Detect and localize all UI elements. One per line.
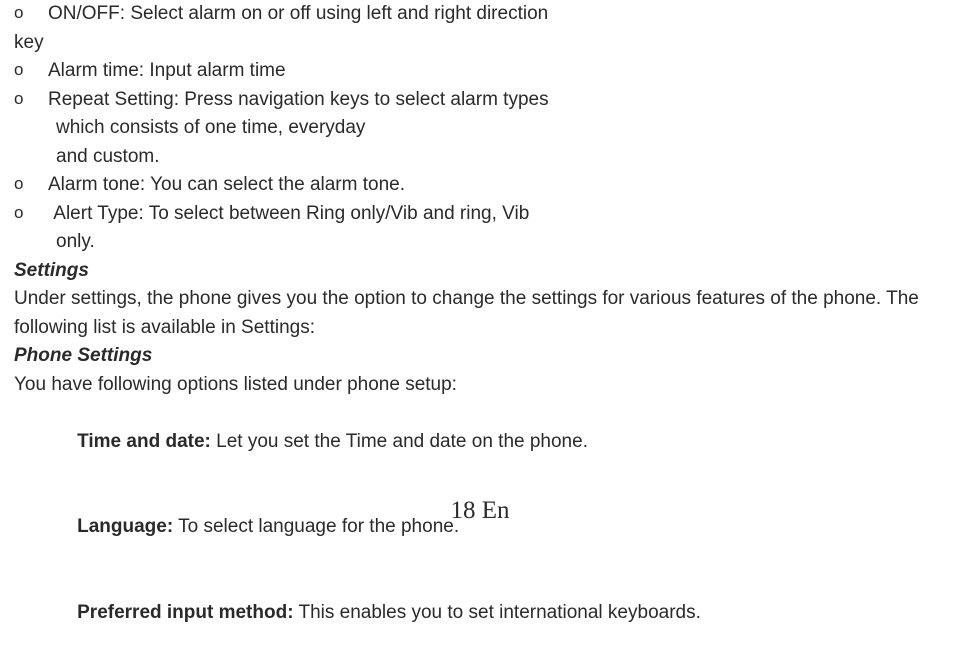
desc-input-method: This enables you to set international ke… bbox=[294, 602, 701, 623]
bullet-text: Alarm time: Input alarm time bbox=[48, 57, 960, 86]
phone-settings-input-method: Preferred input method: This enables you… bbox=[0, 570, 960, 656]
phone-settings-time: Time and date: Let you set the Time and … bbox=[0, 399, 960, 485]
bullet-alarm-time: o Alarm time: Input alarm time bbox=[0, 57, 960, 86]
bullet-repeat-cont1: which consists of one time, everyday bbox=[0, 114, 960, 143]
bullet-text: Alert Type: To select between Ring only/… bbox=[48, 200, 960, 229]
bullet-marker: o bbox=[0, 57, 48, 86]
phone-settings-heading: Phone Settings bbox=[0, 342, 960, 371]
bullet-alert-type-cont: only. bbox=[0, 228, 960, 257]
bullet-alert-type: o Alert Type: To select between Ring onl… bbox=[0, 200, 960, 229]
bullet-marker: o bbox=[0, 171, 48, 200]
bullet-onoff-cont: key bbox=[0, 29, 960, 58]
document-page: o ON/OFF: Select alarm on or off using l… bbox=[0, 0, 960, 535]
label-time-date: Time and date: bbox=[77, 431, 216, 452]
bullet-alarm-tone: o Alarm tone: You can select the alarm t… bbox=[0, 171, 960, 200]
settings-heading: Settings bbox=[0, 257, 960, 286]
label-input-method: Preferred input method: bbox=[77, 602, 293, 623]
phone-settings-intro: You have following options listed under … bbox=[0, 371, 960, 400]
desc-time-date: Let you set the Time and date on the pho… bbox=[216, 431, 588, 452]
bullet-text: ON/OFF: Select alarm on or off using lef… bbox=[48, 0, 960, 29]
bullet-marker: o bbox=[0, 200, 48, 229]
bullet-text: Repeat Setting: Press navigation keys to… bbox=[48, 86, 960, 115]
bullet-onoff: o ON/OFF: Select alarm on or off using l… bbox=[0, 0, 960, 29]
bullet-marker: o bbox=[0, 86, 48, 115]
bullet-text: Alarm tone: You can select the alarm ton… bbox=[48, 171, 960, 200]
page-number: 18 En bbox=[0, 492, 960, 530]
bullet-marker: o bbox=[0, 0, 48, 29]
bullet-repeat-cont2: and custom. bbox=[0, 143, 960, 172]
settings-body: Under settings, the phone gives you the … bbox=[0, 285, 960, 342]
bullet-repeat: o Repeat Setting: Press navigation keys … bbox=[0, 86, 960, 115]
